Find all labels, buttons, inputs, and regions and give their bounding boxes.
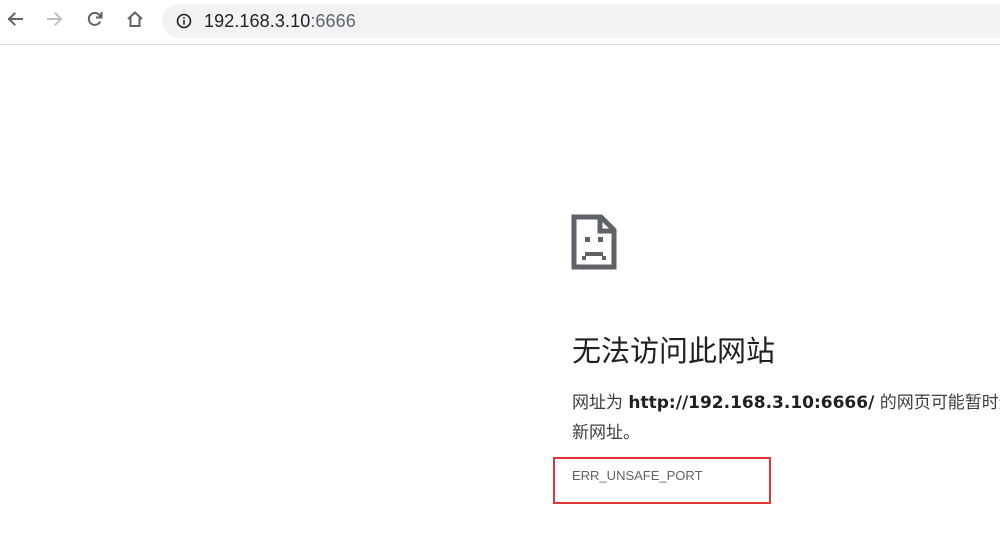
home-button[interactable] — [120, 6, 150, 36]
url-host: 192.168.3.10 — [204, 10, 311, 31]
error-desc-prefix: 网址为 — [572, 393, 629, 413]
error-description-line1: 网址为 http://192.168.3.10:6666/ 的网页可能暂时无法连… — [572, 388, 1000, 418]
url-port: :6666 — [310, 10, 356, 31]
address-bar[interactable]: 192.168.3.10:6666 — [162, 4, 1000, 38]
error-description: 网址为 http://192.168.3.10:6666/ 的网页可能暂时无法连… — [572, 388, 1000, 448]
back-button[interactable] — [0, 6, 30, 36]
error-title: 无法访问此网站 — [572, 334, 776, 368]
error-desc-suffix: 的网页可能暂时无法连接，或者它已永久性地移动到了 — [879, 393, 1000, 413]
sad-document-icon — [571, 214, 617, 270]
home-icon — [125, 9, 145, 34]
reload-icon — [85, 9, 105, 34]
arrow-right-icon — [45, 9, 65, 34]
error-desc-url: http://192.168.3.10:6666/ — [628, 393, 875, 413]
info-circle-icon[interactable] — [176, 13, 192, 29]
arrow-left-icon — [5, 9, 25, 34]
url-text[interactable]: 192.168.3.10:6666 — [204, 11, 356, 32]
reload-button[interactable] — [80, 6, 110, 36]
error-description-line2: 新网址。 — [572, 423, 640, 443]
error-code-highlight-box — [553, 457, 771, 504]
toolbar-divider — [0, 44, 1000, 45]
browser-toolbar: 192.168.3.10:6666 — [0, 0, 1000, 44]
forward-button[interactable] — [40, 6, 70, 36]
